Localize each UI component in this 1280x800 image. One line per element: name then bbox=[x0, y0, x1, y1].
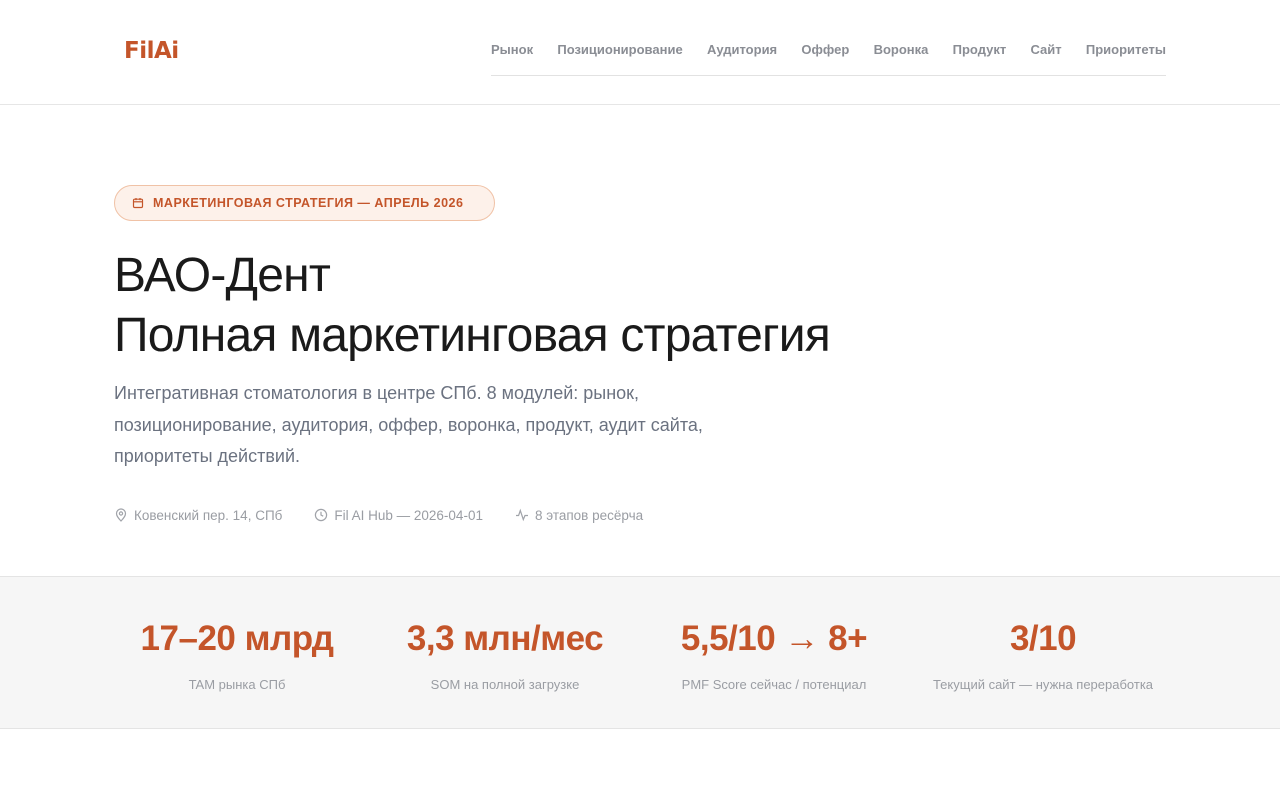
main-nav: Рынок Позиционирование Аудитория Оффер В… bbox=[491, 36, 1166, 76]
site-header: FilAi Рынок Позиционирование Аудитория О… bbox=[0, 0, 1280, 105]
nav-item-funnel[interactable]: Воронка bbox=[874, 36, 929, 64]
meta-address-text: Ковенский пер. 14, СПб bbox=[134, 507, 283, 523]
activity-icon bbox=[515, 508, 528, 522]
calendar-icon bbox=[132, 198, 144, 209]
stat-value: 3/10 bbox=[1009, 619, 1077, 658]
clock-icon bbox=[315, 508, 328, 522]
nav-item-site[interactable]: Сайт bbox=[1030, 36, 1061, 64]
nav-item-audience[interactable]: Аудитория bbox=[707, 36, 777, 64]
nav-item-positioning[interactable]: Позиционирование bbox=[557, 36, 682, 64]
stat-label: PMF Score сейчас / потенциал bbox=[681, 677, 867, 692]
map-pin-icon bbox=[115, 508, 127, 522]
nav-item-market[interactable]: Рынок bbox=[491, 36, 533, 64]
stat-label: SOM на полной загрузке bbox=[430, 677, 580, 692]
meta-author-date-text: Fil AI Hub — 2026-04-01 bbox=[334, 507, 483, 523]
meta-research-steps-text: 8 этапов ресёрча bbox=[534, 507, 644, 523]
nav-item-offer[interactable]: Оффер bbox=[801, 36, 849, 64]
stat-value: 3,3 млн/мес bbox=[406, 619, 604, 658]
page-subtitle: Интегративная стоматология в центре СПб.… bbox=[114, 383, 703, 466]
stat-value: 17–20 млрд bbox=[140, 619, 334, 658]
badge-text: МАРКЕТИНГОВАЯ СТРАТЕГИЯ — АПРЕЛЬ 2026 bbox=[153, 196, 464, 210]
logo[interactable]: FilAi bbox=[124, 37, 179, 65]
nav-item-product[interactable]: Продукт bbox=[953, 36, 1007, 64]
stat-value: 5,5/10 → 8+ bbox=[680, 619, 868, 658]
page-title-line2: Полная маркетинговая стратегия bbox=[114, 309, 831, 362]
nav-item-priorities[interactable]: Приоритеты bbox=[1086, 36, 1166, 64]
date-badge: МАРКЕТИНГОВАЯ СТРАТЕГИЯ — АПРЕЛЬ 2026 bbox=[114, 185, 495, 221]
meta-author-date: Fil AI Hub — 2026-04-01 bbox=[314, 508, 483, 523]
meta-address: Ковенский пер. 14, СПб bbox=[114, 508, 282, 523]
page-title-line1: ВАО-Дент bbox=[114, 249, 331, 302]
page-title: ВАО-Дент Полная маркетинговая стратегия bbox=[114, 246, 831, 366]
stat-label: Текущий сайт — нужна переработка bbox=[932, 677, 1154, 692]
meta-row: Ковенский пер. 14, СПб Fil AI Hub — 2026… bbox=[114, 505, 675, 525]
stat-label: TAM рынка СПб bbox=[188, 677, 286, 692]
stats-band: 17–20 млрд TAM рынка СПб 3,3 млн/мес SOM… bbox=[0, 576, 1280, 729]
meta-research-steps: 8 этапов ресёрча bbox=[515, 508, 643, 523]
